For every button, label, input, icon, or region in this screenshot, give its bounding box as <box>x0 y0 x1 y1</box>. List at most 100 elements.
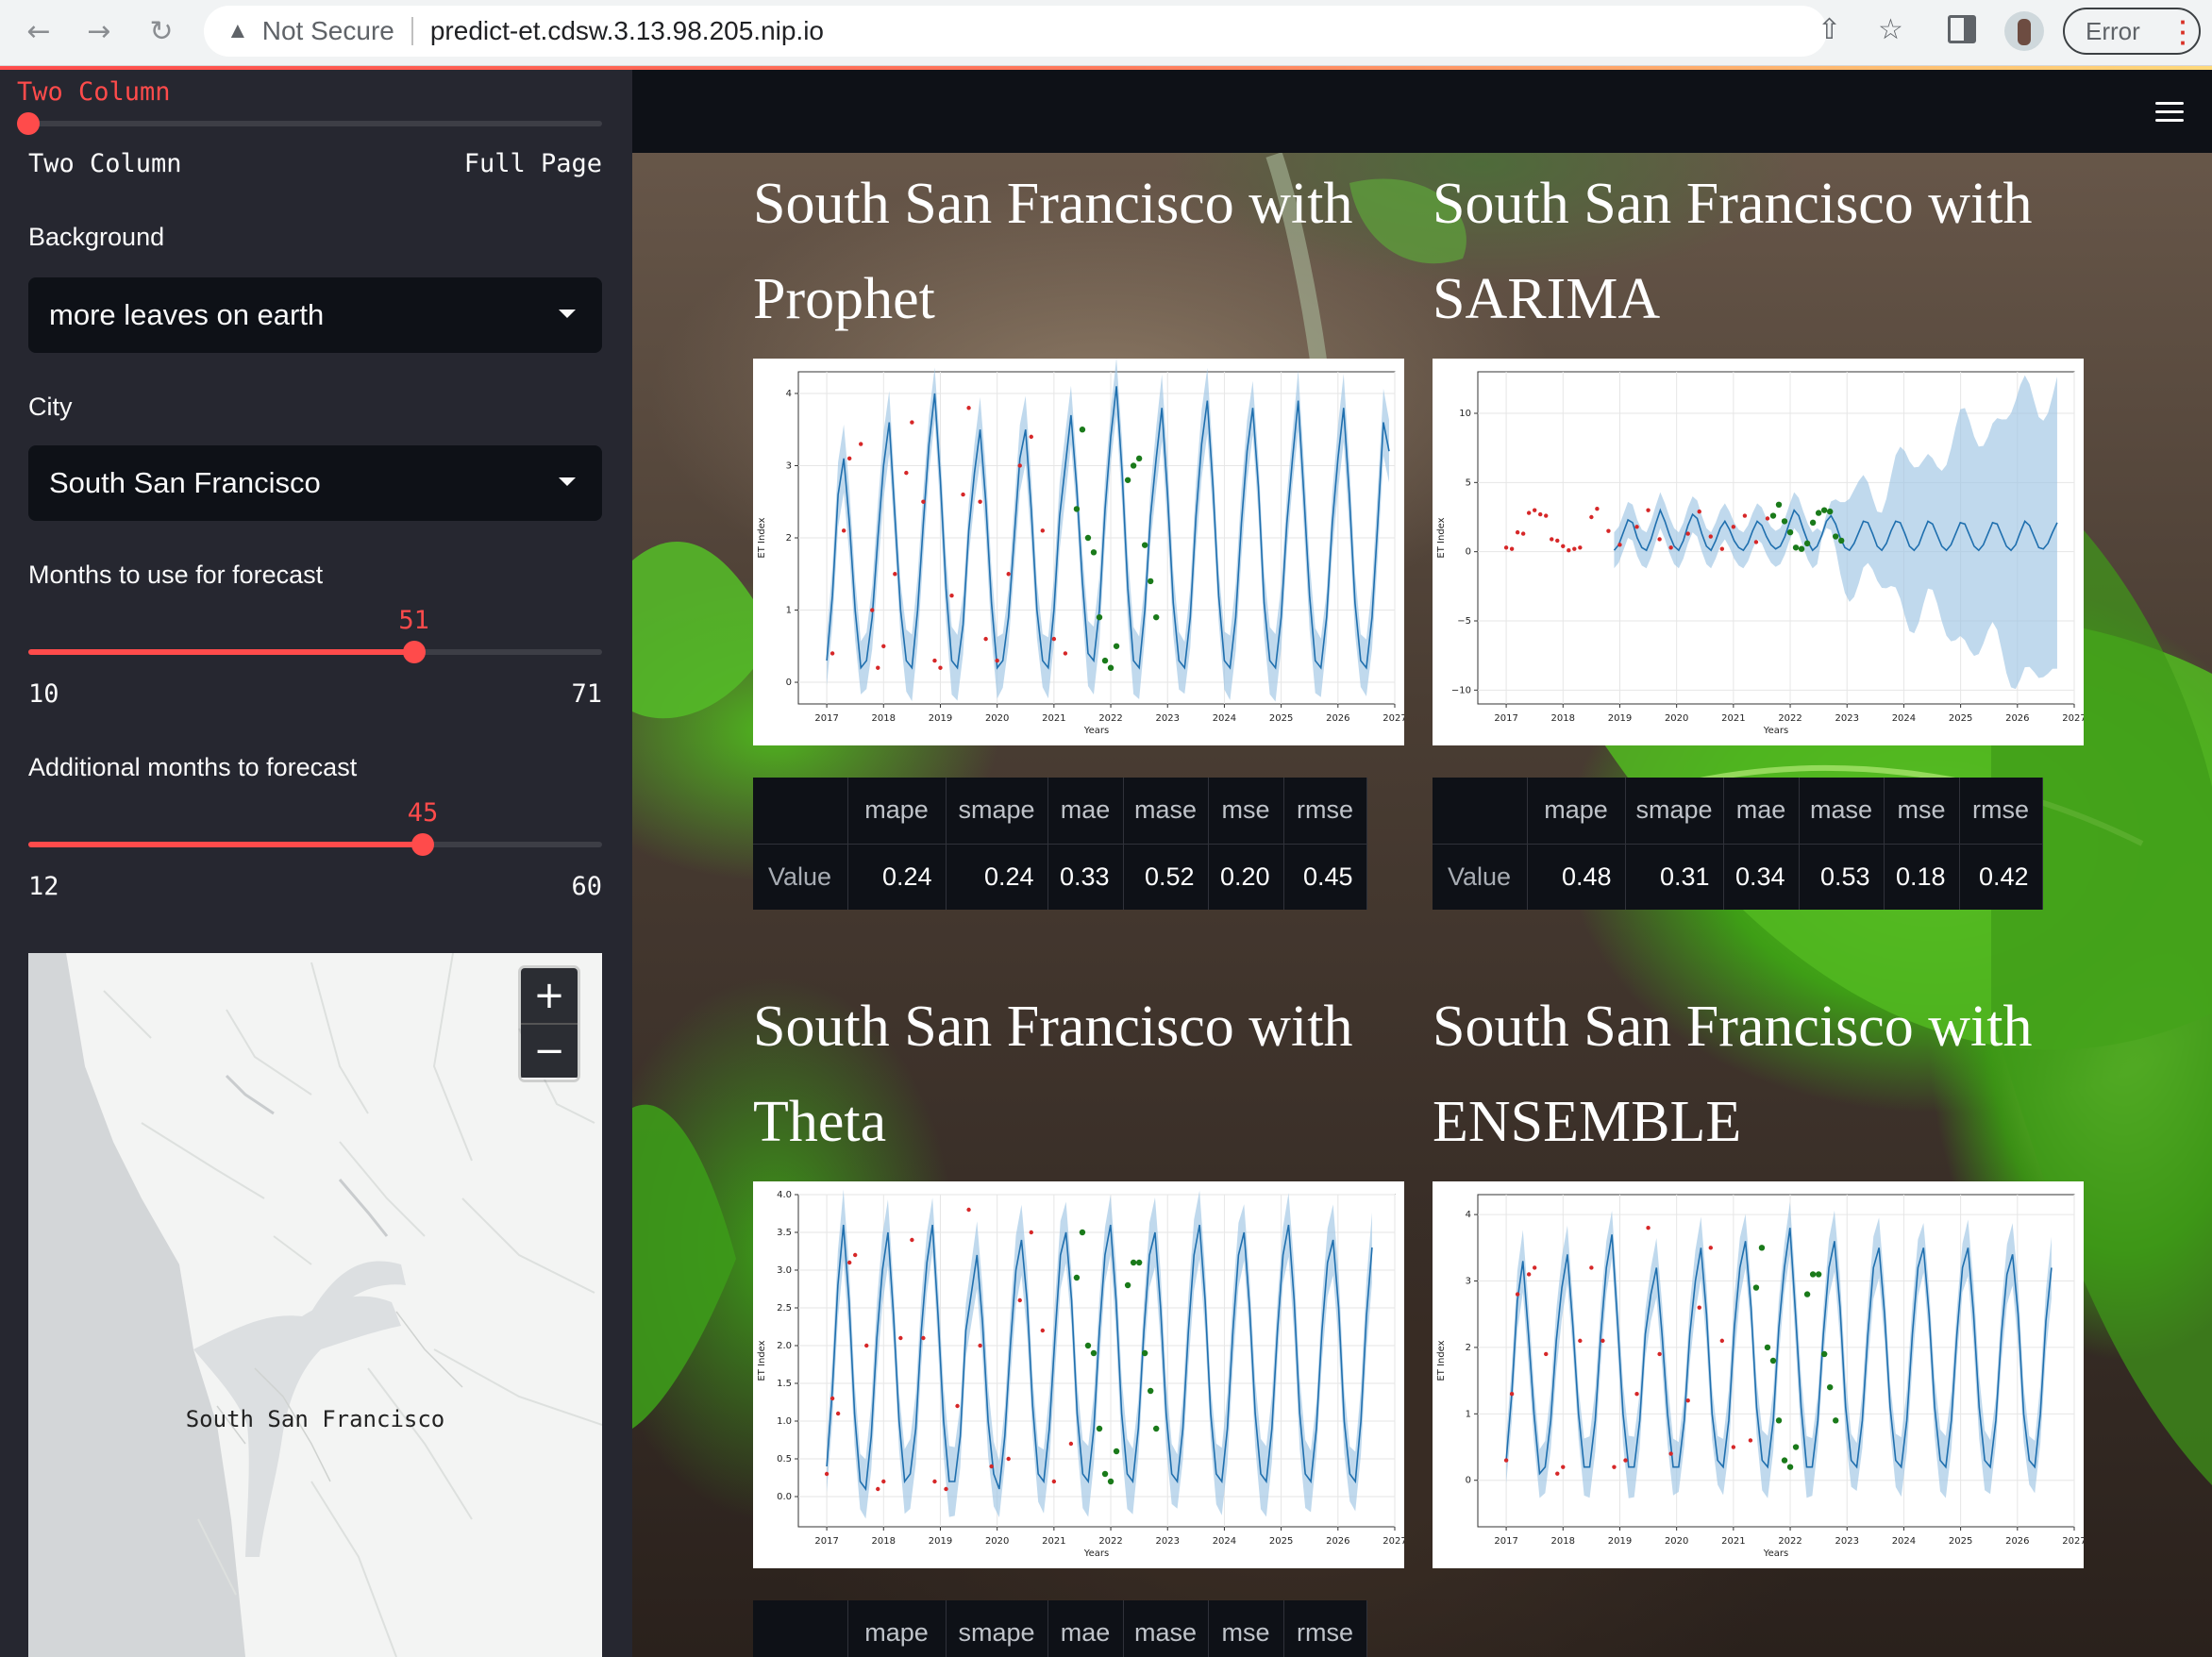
x-tick-label: 2020 <box>1665 713 1688 724</box>
y-tick-label: 10 <box>1459 409 1471 419</box>
x-tick-label: 2020 <box>985 713 1009 724</box>
x-tick-label: 2026 <box>2005 1536 2029 1547</box>
ensemble-chart: 2017 2018 2019 2020 2021 2022 2023 2024 2025 2026… <box>1433 1181 2084 1568</box>
months-forecast-slider[interactable] <box>28 641 602 663</box>
additional-months-slider[interactable] <box>28 833 602 856</box>
train-point <box>1051 1479 1057 1484</box>
train-point <box>966 406 971 410</box>
metrics-value-row: Value 0.48 0.31 0.34 0.53 0.18 0.42 <box>1433 844 2043 910</box>
test-point <box>1775 501 1783 508</box>
forward-arrow-icon[interactable]: → <box>79 11 119 51</box>
x-tick-label: 2018 <box>1551 1536 1575 1547</box>
x-tick-label: 2019 <box>929 713 952 724</box>
col-mae: mae <box>1723 778 1800 845</box>
share-icon[interactable]: ⇧ <box>1818 13 1841 46</box>
test-point <box>1073 506 1081 512</box>
bookmark-star-icon[interactable]: ☆ <box>1878 13 1903 46</box>
y-tick-label: 2 <box>1466 1343 1471 1353</box>
background-select[interactable]: more leaves on earth <box>28 277 602 353</box>
theta-title-line2: Theta <box>753 1090 887 1154</box>
zoom-out-button[interactable]: − <box>521 1023 578 1078</box>
map-city-label: South San Francisco <box>185 1406 445 1432</box>
metric-mape: 0.24 <box>847 844 947 910</box>
layout-slider-min: Two Column <box>28 149 182 178</box>
metrics-header-row: mape smape mae mase mse rmse <box>1433 778 2043 845</box>
col-rmse: rmse <box>1283 1600 1367 1657</box>
sidebar: Two Column Two Column Full Page Backgrou… <box>0 70 632 1657</box>
train-point <box>1634 1392 1639 1397</box>
url-text: predict-et.cdsw.3.13.98.205.nip.io <box>429 16 824 45</box>
test-point <box>1803 1291 1811 1297</box>
reload-icon[interactable]: ↻ <box>142 11 181 51</box>
train-point <box>1520 531 1526 536</box>
x-tick-label: 2020 <box>1665 1536 1688 1547</box>
train-point <box>1742 513 1748 518</box>
sarima-metrics-table: mape smape mae mase mse rmse Value 0.48 … <box>1433 778 2043 910</box>
browser-toolbar: ← → ↻ ▲ Not Secure predict-et.cdsw.3.13.… <box>0 0 2212 66</box>
additional-months-min: 12 <box>28 872 59 901</box>
map-zoom-control: + − <box>521 968 578 1080</box>
chevron-down-icon <box>559 477 576 486</box>
train-point <box>1544 513 1549 518</box>
x-tick-label: 2021 <box>1042 1536 1065 1547</box>
error-button[interactable]: Error · · · <box>2063 8 2201 55</box>
x-tick-label: 2024 <box>1892 1536 1916 1547</box>
layout-slider[interactable] <box>17 112 602 135</box>
zoom-in-button[interactable]: + <box>521 968 578 1023</box>
train-point <box>1612 1465 1617 1469</box>
chevron-down-icon <box>559 310 576 318</box>
train-point <box>1006 1456 1011 1462</box>
train-point <box>1646 508 1651 512</box>
security-label: Not Secure <box>261 16 394 45</box>
x-tick-label: 2022 <box>1098 1536 1122 1547</box>
metric-smape: 0.31 <box>1625 844 1724 910</box>
x-tick-label: 2024 <box>1213 1536 1236 1547</box>
y-tick-label: 1 <box>1466 1409 1471 1419</box>
col-mase: mase <box>1123 1600 1209 1657</box>
warning-triangle-icon: ▲ <box>226 18 249 43</box>
train-point <box>983 636 988 642</box>
x-tick-label: 2025 <box>1269 1536 1293 1547</box>
train-point <box>1589 1265 1594 1270</box>
theta-chart: 2017 2018 2019 2020 2021 2022 2023 2024 2025 2026… <box>753 1181 1404 1568</box>
y-axis-label: ET Index <box>1436 1340 1447 1381</box>
x-tick-label: 2027 <box>2062 713 2084 724</box>
test-point <box>1833 1417 1839 1424</box>
train-point <box>1578 545 1583 550</box>
background-label: Background <box>28 223 165 251</box>
test-point <box>1141 1349 1148 1357</box>
x-tick-label: 2022 <box>1778 1536 1801 1547</box>
address-bar[interactable]: ▲ Not Secure predict-et.cdsw.3.13.98.205… <box>204 6 1827 57</box>
theta-metrics-table: mape smape mae mase mse rmse <box>753 1600 1367 1657</box>
additional-months-thumb[interactable] <box>411 833 434 856</box>
train-point <box>1555 538 1560 544</box>
city-select[interactable]: South San Francisco <box>28 445 602 521</box>
sarima-title-line1: South San Francisco with <box>1433 172 2033 236</box>
train-point <box>1532 1265 1537 1270</box>
test-point <box>1101 1470 1109 1478</box>
prophet-title-line1: South San Francisco with <box>753 172 1353 236</box>
train-point <box>1503 545 1509 550</box>
months-forecast-thumb[interactable] <box>402 641 426 663</box>
train-point <box>904 470 909 476</box>
x-tick-label: 2023 <box>1835 713 1859 724</box>
y-tick-label: 1.0 <box>777 1416 792 1427</box>
city-map[interactable]: + − South San Francisco <box>28 953 602 1657</box>
y-tick-label: 2 <box>786 533 792 544</box>
test-point <box>1826 1383 1834 1391</box>
kebab-menu-icon[interactable]: · · · <box>2179 9 2187 55</box>
side-panel-icon[interactable] <box>1948 15 1976 43</box>
train-point <box>824 1471 830 1477</box>
train-point <box>1731 525 1736 529</box>
col-smape: smape <box>946 1600 1048 1657</box>
hamburger-menu-icon[interactable] <box>2155 102 2184 127</box>
x-tick-label: 2024 <box>1213 713 1236 724</box>
train-point <box>932 658 937 663</box>
train-point <box>961 492 965 497</box>
profile-avatar[interactable] <box>2004 11 2044 51</box>
back-arrow-icon[interactable]: ← <box>19 11 59 51</box>
test-point <box>1107 1478 1114 1485</box>
x-tick-label: 2024 <box>1892 713 1916 724</box>
train-point <box>1555 1471 1560 1476</box>
layout-slider-thumb[interactable] <box>17 112 40 135</box>
